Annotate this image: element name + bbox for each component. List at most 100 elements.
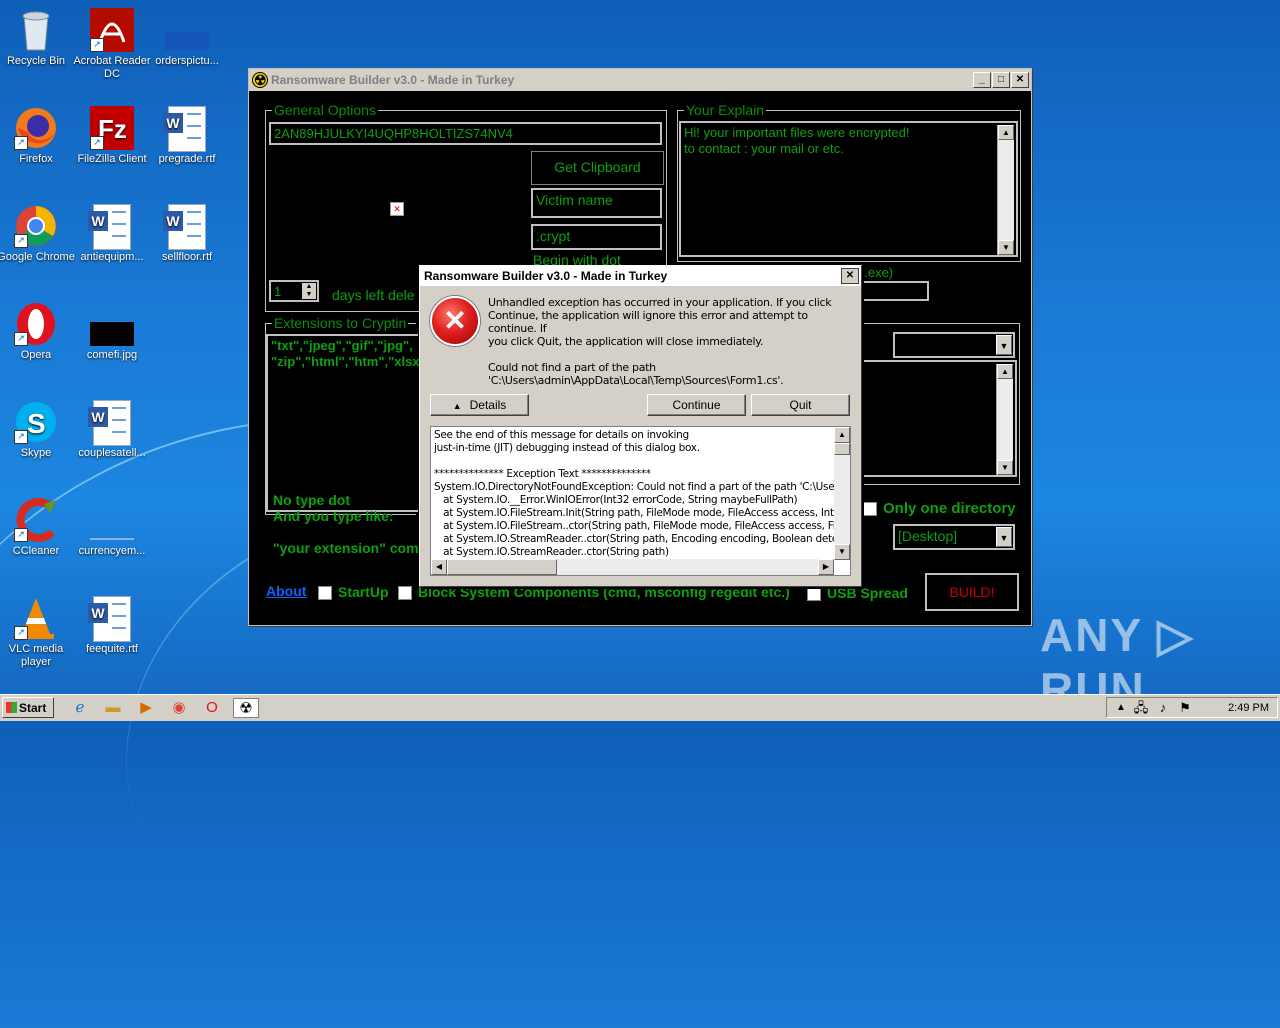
usb-spread-label: USB Spread — [827, 585, 908, 601]
tray-expand-icon[interactable]: ▲ — [1111, 698, 1131, 718]
scroll-thumb[interactable] — [447, 559, 557, 575]
extensions-textarea[interactable]: "txt","jpeg","gif","jpg", "zip","html","… — [266, 334, 420, 512]
message-line: Continue, the application will ignore th… — [488, 309, 808, 335]
desktop-icon-antiequipm[interactable]: antiequipm... — [73, 204, 151, 264]
your-extension-label: "your extension" com — [273, 540, 419, 556]
exception-details-textbox[interactable]: See the end of this message for details … — [430, 426, 851, 576]
scroll-right-icon[interactable]: ▶ — [818, 559, 834, 575]
desktop-icon-label: Google Chrome — [0, 251, 75, 263]
scroll-up-icon[interactable]: ▲ — [834, 427, 850, 443]
shortcut-arrow-icon: ↗ — [90, 136, 104, 150]
chrome-icon[interactable]: ◉ — [169, 698, 189, 718]
desktop-icon-skype[interactable]: S ↗ Skype — [0, 400, 75, 460]
volume-icon[interactable]: ♪ — [1153, 698, 1173, 718]
desktop-icon-vlc[interactable]: ↗ VLC media player — [0, 596, 75, 669]
chevron-down-icon: ▼ — [996, 527, 1012, 547]
days-spinner[interactable]: 1 ▲ ▼ — [269, 280, 319, 302]
desktop-icon-label: Acrobat Reader DC — [73, 55, 151, 80]
opera-icon[interactable]: O — [202, 698, 222, 718]
folder-icon[interactable]: ▬ — [103, 698, 123, 718]
dialog-close-button[interactable]: ✕ — [841, 268, 859, 284]
your-explain-legend: Your Explain — [684, 102, 767, 118]
triangle-up-icon: ▲ — [452, 401, 462, 411]
skype-icon: S ↗ — [14, 400, 58, 444]
scroll-down-icon[interactable]: ▼ — [997, 460, 1013, 475]
word-document-icon — [88, 204, 134, 250]
desktop-icon-label: Recycle Bin — [6, 55, 66, 67]
message-line: Unhandled exception has occurred in your… — [488, 296, 832, 309]
scroll-up-icon[interactable]: ▲ — [997, 364, 1013, 379]
start-button[interactable]: Start — [2, 697, 54, 718]
only-one-directory-checkbox[interactable]: Only one directory — [863, 500, 1016, 517]
minimize-button[interactable]: _ — [973, 72, 991, 88]
continue-button[interactable]: Continue — [647, 394, 746, 416]
scroll-up-icon[interactable]: ▲ — [998, 125, 1014, 140]
desktop-icon-firefox[interactable]: ↗ Firefox — [0, 106, 75, 166]
filezilla-icon: Fz ↗ — [90, 106, 134, 150]
victim-name-input[interactable]: Victim name — [531, 188, 662, 218]
acrobat-icon: ↗ — [90, 8, 134, 52]
flag-icon[interactable]: ⚑ — [1175, 698, 1195, 718]
image-file-icon — [165, 8, 209, 52]
get-clipboard-button[interactable]: Get Clipboard — [531, 151, 664, 185]
extensions-line: "txt","jpeg","gif","jpg", — [271, 338, 413, 353]
ie-icon[interactable]: ℯ — [70, 698, 90, 718]
vertical-scrollbar[interactable]: ▲ ▼ — [997, 125, 1014, 255]
exe-name-input[interactable] — [859, 281, 929, 301]
desktop-icon-couplesatell[interactable]: couplesatell... — [73, 400, 151, 460]
explain-line: Hi! your important files were encrypted! — [684, 125, 910, 140]
shortcut-arrow-icon: ↗ — [14, 528, 28, 542]
close-button[interactable]: ✕ — [1011, 72, 1029, 88]
spinner-arrows-icon[interactable]: ▲ ▼ — [302, 283, 316, 299]
scroll-down-icon[interactable]: ▼ — [834, 544, 850, 560]
exe-hint-label: e.exe) — [857, 265, 894, 280]
extension-input[interactable]: .crypt — [531, 224, 662, 250]
desktop-icon-filezilla[interactable]: Fz ↗ FileZilla Client — [73, 106, 151, 166]
key-input[interactable]: 2AN89HJULKYI4UQHP8HOLTIZS74NV4 — [269, 122, 662, 145]
details-label: Details — [469, 398, 507, 412]
build-button[interactable]: BUILD! — [925, 573, 1019, 611]
desktop-icon-sellfloor[interactable]: sellfloor.rtf — [148, 204, 226, 264]
usb-spread-checkbox[interactable]: USB Spread — [807, 585, 908, 602]
desktop-icon-label: antiequipm... — [80, 251, 144, 263]
scroll-left-icon[interactable]: ◀ — [431, 559, 447, 575]
network-icon[interactable]: 🖧 — [1131, 698, 1151, 718]
desktop-icon-pregrade[interactable]: pregrade.rtf — [148, 106, 226, 166]
directory-dropdown[interactable]: [Desktop] ▼ — [893, 524, 1015, 550]
word-document-icon — [88, 596, 134, 642]
scroll-thumb[interactable] — [834, 443, 850, 455]
quit-button[interactable]: Quit — [751, 394, 850, 416]
details-button[interactable]: ▲ Details — [430, 394, 529, 416]
maximize-button[interactable]: □ — [992, 72, 1010, 88]
dialog-titlebar[interactable]: Ransomware Builder v3.0 - Made in Turkey… — [420, 266, 861, 286]
word-document-icon — [88, 400, 134, 446]
desktop-icon-opera[interactable]: ↗ Opera — [0, 302, 75, 362]
desktop-icon-chrome[interactable]: ↗ Google Chrome — [0, 204, 75, 264]
shortcut-arrow-icon: ↗ — [90, 38, 104, 52]
desktop-icon-acrobat[interactable]: ↗ Acrobat Reader DC — [73, 8, 151, 81]
horizontal-scrollbar[interactable]: ◀ ▶ — [431, 559, 834, 575]
checkbox-icon — [807, 587, 821, 602]
desktop-icon-recycle-bin[interactable]: Recycle Bin — [0, 8, 75, 68]
ransomware-builder-task[interactable]: ☢ — [233, 698, 259, 718]
startup-checkbox[interactable]: StartUp — [318, 584, 389, 601]
desktop-icon-comefi[interactable]: comefi.jpg — [73, 302, 151, 362]
extensions-legend: Extensions to Cryptin — [272, 315, 409, 331]
explain-textarea[interactable]: Hi! your important files were encrypted!… — [679, 121, 1018, 257]
scroll-down-icon[interactable]: ▼ — [998, 240, 1014, 255]
clock[interactable]: 2:49 PM — [1228, 698, 1269, 718]
desktop-icon-currencyem[interactable]: currencyem... — [73, 498, 151, 558]
vertical-scrollbar[interactable]: ▲ ▼ — [996, 364, 1013, 475]
method-dropdown[interactable]: ▼ — [893, 332, 1015, 358]
chrome-icon: ↗ — [14, 204, 58, 248]
vertical-scrollbar[interactable]: ▲ ▼ — [834, 427, 850, 560]
desktop-icon-feequite[interactable]: feequite.rtf — [73, 596, 151, 656]
firefox-icon: ↗ — [14, 106, 58, 150]
media-player-icon[interactable]: ▶ — [136, 698, 156, 718]
right-textarea[interactable]: ▲ ▼ — [859, 360, 1017, 477]
desktop-icon-ccleaner[interactable]: ↗ CCleaner — [0, 498, 75, 558]
desktop-icon-label: FileZilla Client — [77, 153, 147, 165]
window-titlebar[interactable]: Ransomware Builder v3.0 - Made in Turkey… — [249, 69, 1031, 91]
about-link[interactable]: About — [266, 583, 306, 599]
desktop-icon-orderspictu[interactable]: orderspictu... — [148, 8, 226, 68]
